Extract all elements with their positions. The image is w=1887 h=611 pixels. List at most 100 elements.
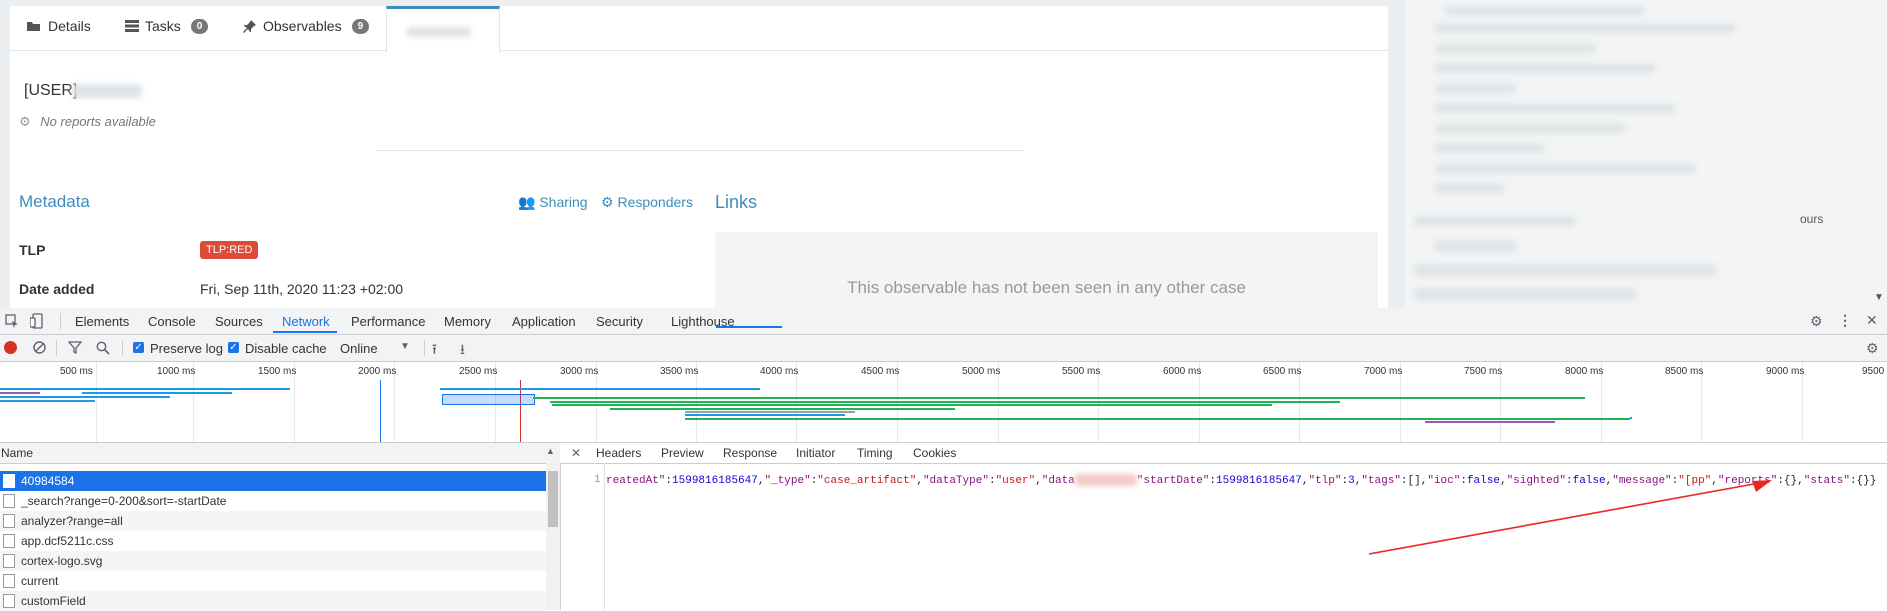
request-row[interactable]: cortex-logo.svg [0, 551, 546, 571]
export-har-icon[interactable]: ⭳ [460, 339, 465, 363]
network-timeline-overview[interactable]: 500 ms 1000 ms 1500 ms 2000 ms 2500 ms 3… [0, 362, 1887, 443]
timeline-tick-label: 500 ms [60, 366, 93, 377]
detail-tab-headers[interactable]: Headers [596, 446, 641, 460]
tlp-label: TLP [19, 242, 46, 258]
disable-cache-checkbox[interactable]: ✓ [228, 342, 239, 353]
scroll-down-arrow-icon[interactable]: ▼ [1874, 292, 1884, 303]
waterfall-bar [82, 392, 232, 394]
no-reports-note: ⚙ No reports available [19, 114, 156, 129]
clear-icon[interactable] [33, 341, 46, 354]
request-list-scrollbar[interactable] [546, 463, 561, 610]
timeline-tick-label: 9000 ms [1766, 366, 1805, 377]
request-row[interactable]: app.dcf5211c.css [0, 531, 546, 551]
detail-tab-initiator[interactable]: Initiator [796, 446, 835, 460]
document-icon [3, 594, 15, 608]
document-icon [3, 494, 15, 508]
name-column-header[interactable]: Name [1, 446, 33, 460]
pin-icon [243, 20, 256, 33]
toolbar-divider [56, 340, 57, 356]
devtools-tab-sources[interactable]: Sources [215, 314, 263, 329]
devtools-tab-network[interactable]: Network [282, 314, 330, 329]
toolbar-divider [424, 340, 425, 356]
detail-tab-preview[interactable]: Preview [661, 446, 704, 460]
import-har-icon[interactable]: ⭱ [432, 339, 437, 363]
line-number: 1 [594, 474, 601, 486]
waterfall-bar [550, 401, 1340, 403]
redacted-line [1435, 164, 1695, 173]
image-file-icon [3, 554, 15, 568]
chevron-down-icon[interactable]: ▼ [400, 341, 410, 352]
document-icon [3, 574, 15, 588]
request-row[interactable]: analyzer?range=all [0, 511, 546, 531]
cog-icon: ⚙ [601, 194, 614, 210]
search-icon[interactable] [96, 341, 110, 355]
devtools-tab-security[interactable]: Security [596, 314, 643, 329]
more-options-icon[interactable]: ⋮ [1838, 312, 1852, 329]
timeline-tick-label: 6500 ms [1263, 366, 1302, 377]
tasks-icon [125, 20, 139, 32]
filter-icon[interactable] [68, 341, 82, 354]
request-row[interactable]: _search?range=0-200&sort=-startDate [0, 491, 546, 511]
selected-range[interactable] [442, 394, 535, 405]
date-added-value: Fri, Sep 11th, 2020 11:23 +02:00 [200, 281, 404, 297]
timeline-tick-label: 8500 ms [1665, 366, 1704, 377]
tab-details[interactable]: Details [26, 18, 91, 34]
record-button-icon[interactable] [4, 341, 17, 354]
waterfall-bar [610, 408, 955, 410]
timeline-tick-label: 5000 ms [962, 366, 1001, 377]
right-panel-hours-fragment: ours [1800, 212, 1824, 226]
request-list-header[interactable]: Name ▲ [0, 443, 561, 464]
tab-tasks-label: Tasks [145, 18, 181, 34]
timeline-tick-label: 4500 ms [861, 366, 900, 377]
request-name: customField [21, 594, 86, 608]
network-settings-gear-icon[interactable]: ⚙ [1866, 340, 1879, 357]
waterfall-bar [0, 396, 170, 398]
request-row[interactable]: customField [0, 591, 546, 611]
tab-current-observable[interactable] [386, 6, 500, 53]
tab-tasks[interactable]: Tasks 0 [125, 18, 209, 34]
preserve-log-checkbox[interactable]: ✓ [133, 342, 144, 353]
devtools-tab-performance[interactable]: Performance [351, 314, 425, 329]
document-icon [3, 514, 15, 528]
redacted-line [1435, 124, 1625, 133]
settings-gear-icon[interactable]: ⚙ [1810, 313, 1823, 330]
date-added-label: Date added [19, 281, 95, 297]
throttling-select[interactable]: Online [340, 341, 378, 356]
sort-arrow-icon[interactable]: ▲ [546, 446, 555, 456]
tab-observables-label: Observables [263, 18, 342, 34]
devtools-tab-console[interactable]: Console [148, 314, 196, 329]
disable-cache-label[interactable]: Disable cache [245, 341, 327, 356]
request-name: app.dcf5211c.css [21, 534, 114, 548]
waterfall-bar [0, 392, 40, 394]
devtools-tab-application[interactable]: Application [512, 314, 576, 329]
close-devtools-icon[interactable]: ✕ [1866, 312, 1878, 329]
device-toolbar-icon[interactable] [30, 313, 44, 329]
tab-observables[interactable]: Observables 9 [243, 18, 370, 34]
request-row[interactable]: 40984584 [0, 471, 546, 491]
redacted-line [1435, 104, 1675, 113]
redacted-data-value [1074, 474, 1137, 486]
inspect-element-icon[interactable] [5, 314, 19, 328]
request-name: _search?range=0-200&sort=-startDate [21, 494, 227, 508]
observable-tabbar: Details Tasks 0 Observables 9 [10, 6, 1388, 53]
devtools-tab-elements[interactable]: Elements [75, 314, 129, 329]
devtools-tab-memory[interactable]: Memory [444, 314, 491, 329]
waterfall-bar [0, 400, 95, 402]
sharing-button[interactable]: 👥 Sharing [518, 194, 588, 211]
responders-button[interactable]: ⚙ Responders [601, 194, 693, 211]
waterfall-bar [1425, 421, 1555, 423]
detail-tab-response[interactable]: Response [723, 446, 777, 460]
detail-tab-cookies[interactable]: Cookies [913, 446, 956, 460]
timeline-tick-label: 1000 ms [157, 366, 196, 377]
tab-details-label: Details [48, 18, 91, 34]
timeline-tick-label: 4000 ms [760, 366, 799, 377]
detail-tab-timing[interactable]: Timing [857, 446, 893, 460]
scrollbar-thumb[interactable] [548, 471, 558, 527]
redacted-line [1435, 64, 1655, 73]
preserve-log-label[interactable]: Preserve log [150, 341, 223, 356]
close-detail-icon[interactable]: ✕ [571, 446, 581, 460]
request-name: cortex-logo.svg [21, 554, 103, 568]
timeline-tick-label: 5500 ms [1062, 366, 1101, 377]
request-row[interactable]: current [0, 571, 546, 591]
timeline-tick-label: 3000 ms [560, 366, 599, 377]
